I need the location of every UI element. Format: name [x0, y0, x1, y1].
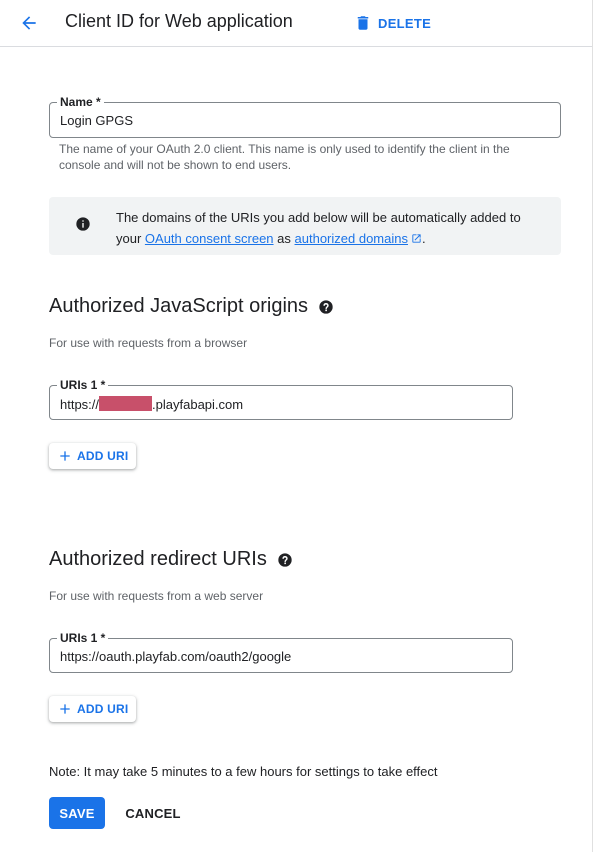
add-js-origin-uri-button[interactable]: ADD URI — [49, 443, 137, 469]
plus-icon — [60, 451, 70, 461]
uri-suffix: .playfabapi.com — [152, 397, 244, 412]
plus-icon — [60, 704, 70, 714]
help-icon[interactable] — [277, 552, 293, 568]
info-text-middle: as — [273, 231, 295, 246]
name-field-hint: The name of your OAuth 2.0 client. This … — [59, 142, 510, 172]
info-banner: The domains of the URIs you add below wi… — [49, 197, 561, 255]
redirect-uris-hint: For use with requests from a web server — [49, 589, 264, 603]
delete-label: DELETE — [378, 15, 432, 31]
name-field-label: Name * — [57, 95, 104, 109]
name-field[interactable]: Name * Login GPGS — [49, 95, 561, 138]
info-banner-text: The domains of the URIs you add below wi… — [116, 207, 546, 249]
trash-icon — [357, 16, 369, 30]
external-link-icon[interactable] — [411, 233, 422, 244]
redirect-uri-field[interactable]: URIs 1 * https://oauth.playfab.com/oauth… — [49, 631, 513, 673]
authorized-domains-link[interactable]: authorized domains — [295, 231, 408, 246]
help-icon[interactable] — [318, 299, 334, 315]
redirect-uris-title: Authorized redirect URIs — [49, 548, 267, 570]
delete-button[interactable]: DELETE — [354, 11, 431, 35]
info-icon — [76, 217, 90, 231]
js-origins-heading: Authorized JavaScript origins — [49, 295, 334, 318]
page-title: Client ID for Web application — [65, 11, 293, 31]
oauth-consent-screen-link[interactable]: OAuth consent screen — [145, 231, 274, 246]
js-origin-uri-value: https:// .playfabapi.com — [60, 396, 243, 412]
add-redirect-uri-button[interactable]: ADD URI — [49, 696, 137, 722]
save-button[interactable]: SAVE — [49, 797, 105, 829]
redirect-uris-heading: Authorized redirect URIs — [49, 548, 293, 571]
js-origins-title: Authorized JavaScript origins — [49, 295, 309, 317]
js-origin-uri-label: URIs 1 * — [57, 378, 109, 392]
name-field-value: Login GPGS — [60, 113, 133, 128]
cancel-button[interactable]: CANCEL — [121, 797, 185, 829]
arrow-back-icon — [22, 16, 36, 30]
add-uri-label: ADD URI — [77, 449, 129, 463]
redacted-block — [99, 396, 153, 411]
add-uri-label: ADD URI — [77, 702, 129, 716]
redirect-uri-label: URIs 1 * — [57, 631, 109, 645]
redirect-uri-value: https://oauth.playfab.com/oauth2/google — [60, 649, 292, 664]
js-origin-uri-field[interactable]: URIs 1 * https:// .playfabapi.com — [49, 378, 513, 420]
settings-note: Note: It may take 5 minutes to a few hou… — [49, 764, 438, 779]
info-text-end: . — [421, 231, 426, 246]
back-button[interactable] — [14, 8, 44, 38]
uri-prefix: https:// — [60, 397, 100, 412]
js-origins-hint: For use with requests from a browser — [49, 336, 248, 350]
